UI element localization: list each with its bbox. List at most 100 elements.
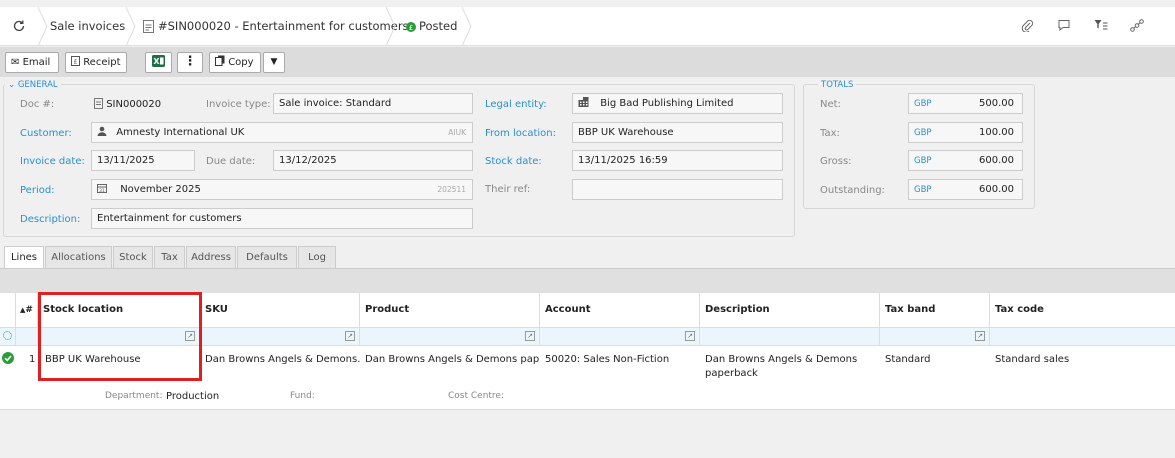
receipt-button[interactable]: £ Receipt — [65, 52, 127, 73]
open-link-icon[interactable]: ↗ — [685, 331, 695, 341]
grid-toolbar-strip — [0, 268, 1175, 293]
filter-cell-product[interactable]: ↗ — [360, 328, 540, 345]
column-header-tax-band[interactable]: Tax band — [880, 293, 990, 327]
vertical-dots-icon: ⋮ — [183, 54, 197, 69]
net-value: 500.00 — [979, 98, 1014, 109]
period-label[interactable]: Period: — [20, 185, 55, 196]
tab-stock[interactable]: Stock — [113, 246, 153, 268]
row-valid-icon — [2, 352, 14, 367]
table-cell-sku[interactable]: Dan Browns Angels & Demons... — [200, 353, 360, 367]
stock-date-field[interactable]: 13/11/2025 16:59 — [572, 150, 783, 171]
invoice-type-field[interactable]: Sale invoice: Standard — [273, 93, 473, 114]
column-header-description[interactable]: Description — [700, 293, 880, 327]
breadcrumb-separator — [461, 6, 472, 47]
period-field[interactable]: 31 November 2025 202511 — [91, 179, 473, 200]
posted-status-icon: £ — [406, 7, 416, 46]
table-cell-description[interactable]: Dan Browns Angels & Demons paperback — [700, 353, 870, 381]
tab-lines[interactable]: Lines — [4, 246, 44, 268]
department-label: Department: — [105, 391, 163, 401]
from-location-field[interactable]: BBP UK Warehouse — [572, 122, 783, 143]
outstanding-label: Outstanding: — [820, 185, 885, 196]
new-row-icon[interactable] — [3, 331, 12, 340]
filter-cell-description[interactable] — [700, 328, 880, 345]
currency-code: GBP — [914, 156, 932, 166]
breadcrumb-document[interactable]: #SIN000020 - Entertainment for customers — [158, 7, 409, 46]
attachment-icon[interactable] — [1021, 19, 1034, 35]
copy-button[interactable]: Copy — [209, 52, 261, 73]
excel-icon: X — [152, 55, 165, 68]
net-field: GBP 500.00 — [908, 93, 1023, 114]
invoice-type-label: Invoice type: — [206, 99, 271, 110]
column-header-product[interactable]: Product — [360, 293, 540, 327]
tab-allocations[interactable]: Allocations — [45, 246, 112, 268]
breadcrumb-separator — [125, 6, 136, 47]
customer-label[interactable]: Customer: — [20, 128, 72, 139]
column-header-account[interactable]: Account — [540, 293, 700, 327]
filter-cell-tax-code[interactable] — [990, 328, 1175, 345]
open-link-icon[interactable]: ↗ — [345, 331, 355, 341]
stock-date-label[interactable]: Stock date: — [485, 156, 542, 167]
breadcrumb-module[interactable]: Sale invoices — [50, 7, 125, 46]
cost-centre-label: Cost Centre: — [448, 391, 504, 401]
legal-entity-field[interactable]: Big Bad Publishing Limited — [572, 93, 783, 114]
description-label[interactable]: Description: — [20, 214, 80, 225]
gross-value: 600.00 — [979, 155, 1014, 166]
legal-entity-label[interactable]: Legal entity: — [485, 99, 547, 110]
table-cell-tax-band[interactable]: Standard — [880, 353, 990, 367]
outstanding-field: GBP 600.00 — [908, 179, 1023, 200]
net-label: Net: — [820, 99, 841, 110]
more-options-button[interactable]: ⋮ — [177, 52, 203, 73]
filter-cell-tax-band[interactable]: ↗ — [880, 328, 990, 345]
person-icon — [97, 126, 110, 138]
outstanding-value: 600.00 — [979, 184, 1014, 195]
excel-export-button[interactable]: X — [145, 52, 172, 73]
period-code: 202511 — [437, 185, 466, 194]
breadcrumb-separator — [385, 6, 396, 47]
invoice-date-label[interactable]: Invoice date: — [20, 156, 85, 167]
action-toolbar: ✉ Email £ Receipt X ⋮ Copy ▼ — [0, 47, 1175, 77]
gross-label: Gross: — [820, 156, 852, 167]
workflow-icon[interactable] — [1130, 19, 1144, 35]
tab-log[interactable]: Log — [298, 246, 336, 268]
document-icon — [143, 7, 154, 46]
svg-text:31: 31 — [99, 188, 105, 193]
copy-icon — [215, 55, 228, 68]
due-date-field[interactable]: 13/12/2025 — [273, 150, 473, 171]
envelope-icon: ✉ — [11, 57, 20, 68]
receipt-icon: £ — [71, 56, 83, 68]
open-link-icon[interactable]: ↗ — [525, 331, 535, 341]
general-legend[interactable]: ⌄ GENERAL — [5, 80, 61, 90]
department-value[interactable]: Production — [166, 391, 219, 402]
customer-field[interactable]: Amnesty International UK AIUK — [91, 122, 473, 143]
email-button[interactable]: ✉ Email — [5, 52, 59, 73]
copy-dropdown-button[interactable]: ▼ — [263, 52, 285, 73]
totals-legend: TOTALS — [818, 80, 857, 90]
refresh-icon[interactable] — [12, 19, 26, 33]
table-cell-tax-code[interactable]: Standard sales — [990, 353, 1170, 367]
tax-value: 100.00 — [979, 127, 1014, 138]
filter-list-icon[interactable] — [1094, 19, 1108, 34]
tab-tax[interactable]: Tax — [154, 246, 185, 268]
calendar-icon: 31 — [97, 184, 110, 195]
building-icon — [578, 97, 592, 109]
filter-cell-account[interactable]: ↗ — [540, 328, 700, 345]
column-header-sku[interactable]: SKU — [200, 293, 360, 327]
column-header-tax-code[interactable]: Tax code — [990, 293, 1175, 327]
table-cell-product[interactable]: Dan Browns Angels & Demons pap... — [360, 353, 540, 367]
open-link-icon[interactable]: ↗ — [975, 331, 985, 341]
column-header-number[interactable]: ▲# — [16, 293, 38, 327]
breadcrumb-separator — [37, 6, 48, 47]
filter-cell-sku[interactable]: ↗ — [200, 328, 360, 345]
invoice-date-field[interactable]: 13/11/2025 — [91, 150, 195, 171]
tab-address[interactable]: Address — [186, 246, 236, 268]
tab-defaults[interactable]: Defaults — [237, 246, 297, 268]
comment-icon[interactable] — [1058, 19, 1070, 34]
filter-cell-number[interactable] — [16, 328, 38, 345]
their-ref-label: Their ref: — [485, 184, 531, 195]
description-field[interactable]: Entertainment for customers — [91, 208, 473, 229]
filter-status-cell — [0, 328, 16, 345]
collapse-chevron-icon: ⌄ — [8, 80, 16, 90]
table-cell-account[interactable]: 50020: Sales Non-Fiction — [540, 353, 700, 367]
their-ref-field[interactable] — [572, 179, 783, 200]
from-location-label[interactable]: From location: — [485, 128, 556, 139]
